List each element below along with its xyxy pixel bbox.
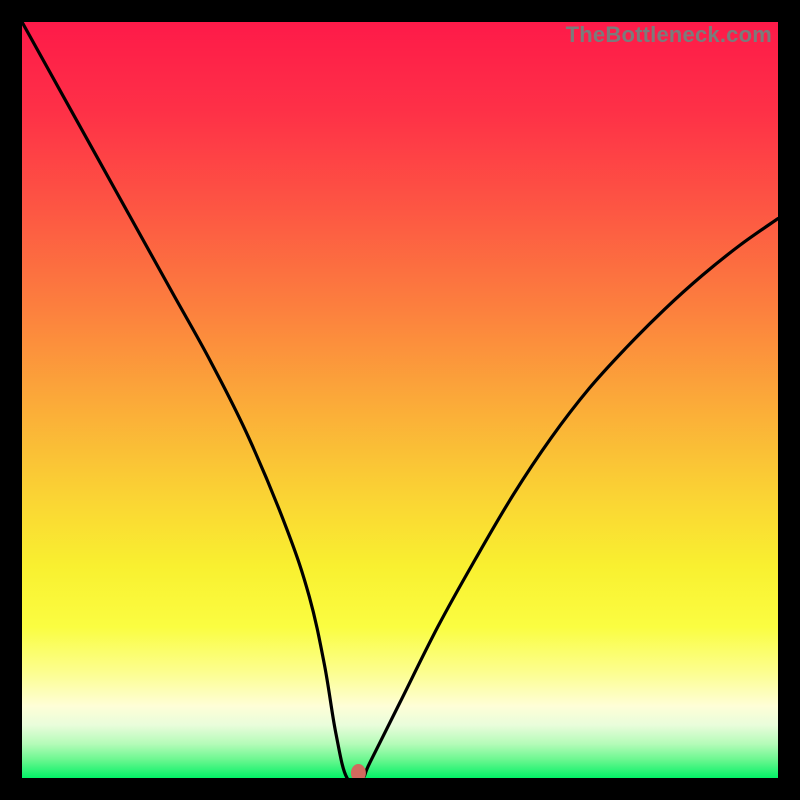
chart-background [22,22,778,778]
chart-plot-area: TheBottleneck.com [22,22,778,778]
chart-frame: TheBottleneck.com [0,0,800,800]
chart-svg [22,22,778,778]
